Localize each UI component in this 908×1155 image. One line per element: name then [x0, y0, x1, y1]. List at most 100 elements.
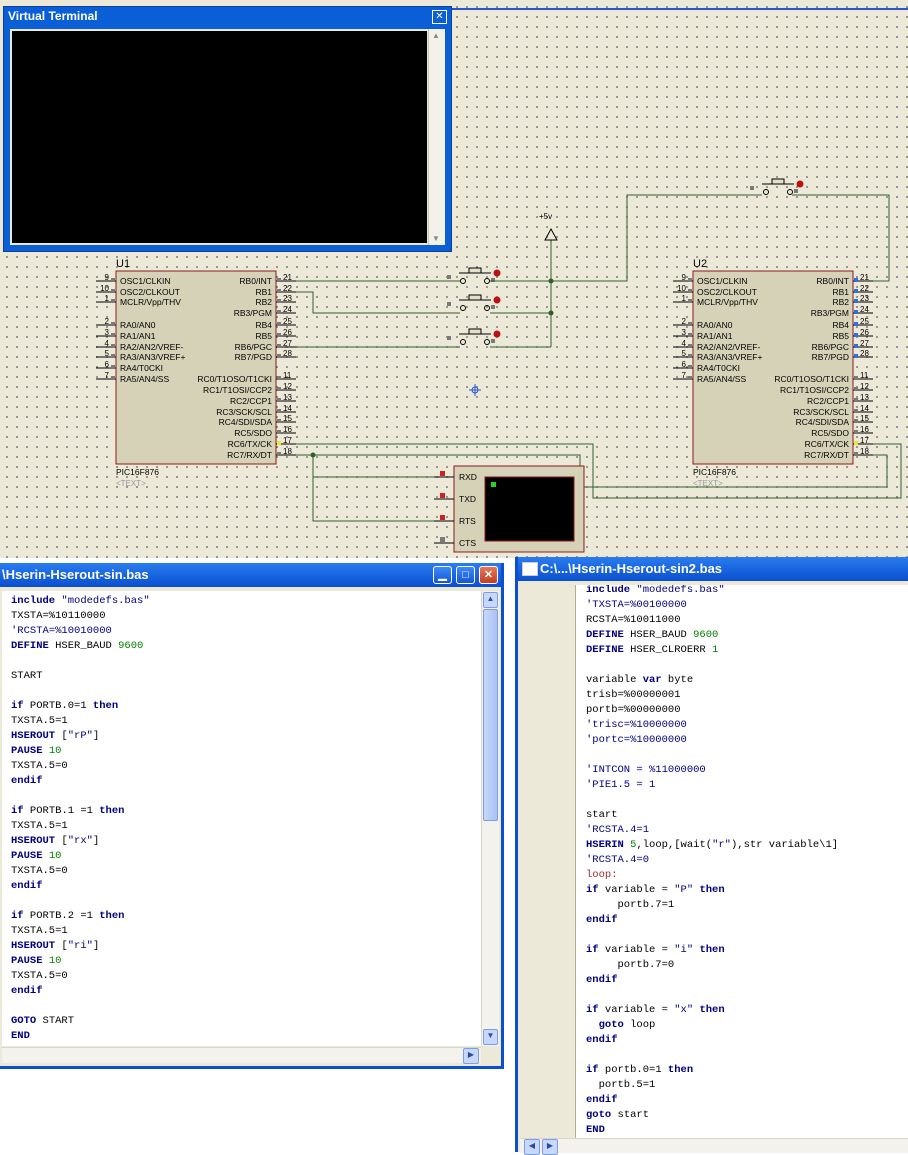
switch-contact [460, 278, 466, 284]
code-line[interactable]: DEFINE HSER_BAUD 9600 [11, 639, 143, 654]
code-line[interactable]: 'INTCON = %11000000 [586, 763, 706, 778]
code-line[interactable]: if variable = "P" then [586, 883, 725, 898]
code-line[interactable]: HSEROUT ["rP"] [11, 729, 99, 744]
code-line[interactable]: trisb=%00000001 [586, 688, 681, 703]
code-line[interactable]: TXSTA.5=1 [11, 924, 68, 939]
editor-2-horizontal-scrollbar[interactable]: ◀ ▶ [520, 1138, 908, 1155]
code-line[interactable]: endif [586, 1033, 618, 1048]
pin-marker [854, 452, 858, 456]
code-line[interactable]: 'portc=%10000000 [586, 733, 687, 748]
code-line[interactable]: RCSTA=%10011000 [586, 613, 681, 628]
code-line[interactable]: if PORTB.1 =1 then [11, 804, 124, 819]
chip-text-placeholder: <TEXT> [116, 479, 146, 488]
close-icon[interactable]: ✕ [479, 566, 498, 584]
editor-window-2[interactable]: C:\...\Hserin-Hserout-sin2.bas include "… [515, 557, 908, 1155]
code-line[interactable]: portb.7=1 [586, 898, 675, 913]
pin-name: RC1/T1OSI/CCP2 [203, 385, 272, 395]
code-line[interactable]: END [11, 1029, 30, 1044]
scroll-left-icon[interactable]: ◀ [524, 1139, 540, 1155]
code-line[interactable]: variable var byte [586, 673, 693, 688]
code-token: HSEROUT [11, 730, 56, 742]
code-line[interactable]: start [586, 808, 618, 823]
editor-1-titlebar[interactable]: \Hserin-Hserout-sin.bas ▁ □ ✕ [0, 563, 501, 587]
pin-number: 6 [682, 360, 687, 369]
code-line[interactable]: TXSTA.5=1 [11, 819, 68, 834]
pin-number: 7 [682, 371, 687, 380]
code-line[interactable]: GOTO START [11, 1014, 74, 1029]
code-line[interactable]: HSEROUT ["rx"] [11, 834, 99, 849]
code-line[interactable]: portb=%00000000 [586, 703, 681, 718]
code-line[interactable]: loop: [586, 868, 618, 883]
pin-name: RC6/TX/CK [805, 439, 850, 449]
code-line[interactable]: TXSTA.5=0 [11, 864, 68, 879]
code-line[interactable]: 'TXSTA=%00100000 [586, 598, 687, 613]
close-icon[interactable]: ✕ [432, 10, 447, 24]
pin-name: RA2/AN2/VREF- [697, 342, 760, 352]
scroll-right-icon[interactable]: ▶ [542, 1139, 558, 1155]
editor-2-code[interactable]: include "modedefs.bas" 'TXSTA=%00100000 RC… [576, 585, 908, 1138]
code-line[interactable]: goto loop [586, 1018, 656, 1033]
code-token: [ [55, 730, 68, 742]
editor-1-horizontal-scrollbar[interactable]: ▶ [2, 1047, 481, 1064]
code-line[interactable]: endif [586, 973, 618, 988]
editor-1-vertical-scrollbar[interactable]: ▲ ▼ [481, 591, 499, 1046]
code-line[interactable]: endif [11, 879, 43, 894]
pin-marker [111, 376, 115, 380]
pin-number: 26 [860, 328, 869, 337]
code-line[interactable]: TXSTA=%10110000 [11, 609, 106, 624]
code-line[interactable]: endif [11, 984, 43, 999]
code-line[interactable]: START [11, 669, 43, 684]
scroll-right-icon[interactable]: ▶ [463, 1048, 479, 1064]
code-token: then [699, 944, 725, 956]
editor-1-code[interactable]: include "modedefs.bas" TXSTA=%10110000 'RC… [2, 591, 481, 1046]
code-line[interactable]: DEFINE HSER_CLROERR 1 [586, 643, 718, 658]
code-line[interactable]: HSERIN 5,loop,[wait("r"),str variable\1] [586, 838, 838, 853]
code-line[interactable]: goto start [586, 1108, 649, 1123]
code-line[interactable]: portb.5=1 [586, 1078, 656, 1093]
code-line[interactable]: 'trisc=%10000000 [586, 718, 687, 733]
scroll-thumb[interactable] [483, 609, 498, 821]
code-line[interactable]: TXSTA.5=0 [11, 759, 68, 774]
code-line[interactable]: END [586, 1123, 605, 1138]
code-line[interactable]: 'RCSTA.4=0 [586, 853, 649, 868]
editor-2-titlebar[interactable]: C:\...\Hserin-Hserout-sin2.bas [518, 557, 908, 581]
terminal-scrollbar[interactable]: ▲ ▼ [428, 29, 445, 245]
code-line[interactable]: PAUSE 10 [11, 954, 61, 969]
code-line[interactable]: if variable = "i" then [586, 943, 725, 958]
scroll-up-icon[interactable]: ▲ [483, 592, 498, 608]
code-line[interactable]: portb.7=0 [586, 958, 675, 973]
code-line[interactable]: PAUSE 10 [11, 744, 61, 759]
code-line[interactable]: endif [586, 913, 618, 928]
code-line[interactable]: DEFINE HSER_BAUD 9600 [586, 628, 718, 643]
code-line[interactable]: if portb.0=1 then [586, 1063, 693, 1078]
code-line[interactable]: if variable = "x" then [586, 1003, 725, 1018]
pin-marker [111, 333, 115, 337]
code-line[interactable]: PAUSE 10 [11, 849, 61, 864]
wire [296, 454, 454, 478]
code-line[interactable]: endif [11, 774, 43, 789]
code-line[interactable]: 'RCSTA=%10010000 [11, 624, 112, 639]
code-line[interactable]: if PORTB.0=1 then [11, 699, 118, 714]
code-line[interactable]: if PORTB.2 =1 then [11, 909, 124, 924]
pin-name: RA4/T0CKI [697, 363, 740, 373]
code-line[interactable]: include "modedefs.bas" [586, 585, 725, 598]
code-line[interactable]: include "modedefs.bas" [11, 594, 150, 609]
virtual-terminal-window[interactable]: Virtual Terminal ✕ ▲ ▼ [3, 6, 452, 252]
code-line[interactable]: 'RCSTA.4=1 [586, 823, 649, 838]
scroll-down-icon[interactable]: ▼ [432, 234, 440, 243]
minimize-icon[interactable]: ▁ [433, 566, 452, 584]
scroll-down-icon[interactable]: ▼ [483, 1029, 498, 1045]
code-line[interactable]: 'PIE1.5 = 1 [586, 778, 655, 793]
editor-window-1[interactable]: \Hserin-Hserout-sin.bas ▁ □ ✕ include "m… [0, 563, 504, 1069]
pin-name: RC5/SDO [811, 428, 849, 438]
code-line[interactable]: endif [586, 1093, 618, 1108]
code-line[interactable]: HSEROUT ["ri"] [11, 939, 99, 954]
power-terminal [544, 227, 558, 241]
code-line[interactable]: TXSTA.5=1 [11, 714, 68, 729]
terminal-screen[interactable] [12, 31, 427, 243]
code-token: 10 [48, 850, 62, 862]
code-line[interactable]: TXSTA.5=0 [11, 969, 68, 984]
maximize-icon[interactable]: □ [456, 566, 475, 584]
scroll-up-icon[interactable]: ▲ [432, 31, 440, 40]
code-token: trisb=%00000001 [586, 689, 681, 701]
